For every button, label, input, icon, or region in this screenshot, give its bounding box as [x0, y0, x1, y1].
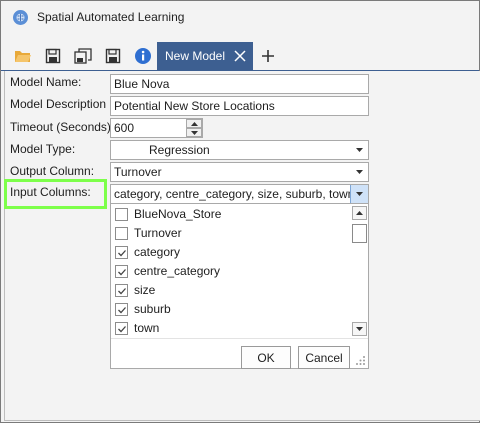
list-item[interactable]: size [115, 281, 351, 300]
output-column-select[interactable]: Turnover [110, 162, 369, 182]
dropdown-footer: OK Cancel [111, 338, 368, 369]
tab-label: New Model [165, 49, 226, 63]
add-tab-icon[interactable] [259, 47, 277, 65]
cancel-button[interactable]: Cancel [298, 346, 350, 369]
checkbox[interactable] [115, 265, 128, 278]
checkbox[interactable] [115, 208, 128, 221]
spin-up-icon[interactable] [186, 119, 202, 128]
checkbox[interactable] [115, 322, 128, 335]
scroll-up-icon[interactable] [352, 206, 367, 220]
chevron-down-icon[interactable] [350, 185, 368, 203]
timeout-label: Timeout (Seconds): [10, 120, 115, 134]
list-item-label: BlueNova_Store [134, 207, 222, 221]
vertical-scrollbar[interactable] [351, 205, 368, 337]
save-as-icon[interactable] [102, 45, 124, 67]
column-checklist: BlueNova_Store Turnover category centre_… [111, 204, 351, 338]
list-item-label: size [134, 283, 156, 297]
list-item-label: town [134, 321, 160, 335]
window-title: Spatial Automated Learning [37, 10, 185, 24]
list-item[interactable]: suburb [115, 300, 351, 319]
timeout-spinner [186, 119, 202, 137]
model-name-input[interactable]: Blue Nova [110, 74, 369, 94]
checkbox[interactable] [115, 246, 128, 259]
model-name-label: Model Name: [10, 75, 82, 89]
list-item[interactable]: category [115, 243, 351, 262]
list-item[interactable]: centre_category [115, 262, 351, 281]
list-item-label: category [134, 245, 181, 259]
model-type-select[interactable]: Regression [110, 140, 369, 160]
open-folder-icon[interactable] [12, 45, 34, 67]
resize-grip-icon[interactable] [356, 356, 366, 366]
spin-down-icon[interactable] [186, 128, 202, 137]
app-brain-icon [12, 9, 29, 26]
input-columns-highlight [4, 179, 107, 209]
model-type-label: Model Type: [10, 142, 76, 156]
model-description-input[interactable]: Potential New Store Locations [110, 96, 369, 116]
scroll-down-icon[interactable] [352, 322, 367, 336]
scrollbar-thumb[interactable] [352, 224, 367, 243]
checkmark-icon [118, 269, 126, 276]
checkmark-icon [118, 250, 126, 257]
input-columns-select[interactable]: category, centre_category, size, suburb,… [110, 184, 369, 204]
save-all-icon[interactable] [72, 45, 94, 67]
checkbox[interactable] [115, 284, 128, 297]
save-icon[interactable] [42, 45, 64, 67]
main-window: Spatial Automated Learning New Model Mod… [0, 0, 480, 423]
model-type-value: Regression [149, 143, 210, 157]
checkbox[interactable] [115, 303, 128, 316]
list-item-label: suburb [134, 302, 171, 316]
info-icon[interactable] [132, 45, 154, 67]
tab-new-model[interactable]: New Model [157, 42, 253, 71]
output-column-label: Output Column: [10, 164, 95, 178]
output-column-value: Turnover [114, 165, 162, 179]
model-description-label: Model Description [10, 97, 107, 111]
checkmark-icon [118, 288, 126, 295]
list-item-label: Turnover [134, 226, 182, 240]
title-bar: Spatial Automated Learning [1, 1, 479, 34]
list-item[interactable]: Turnover [115, 224, 351, 243]
close-icon[interactable] [232, 48, 248, 64]
checkmark-icon [118, 326, 126, 333]
chevron-down-icon[interactable] [350, 163, 368, 181]
list-item[interactable]: town [115, 319, 351, 338]
input-columns-value: category, centre_category, size, suburb,… [114, 187, 365, 201]
input-columns-dropdown: BlueNova_Store Turnover category centre_… [110, 203, 369, 369]
checkmark-icon [118, 307, 126, 314]
checkbox[interactable] [115, 227, 128, 240]
list-item-label: centre_category [134, 264, 221, 278]
ok-button[interactable]: OK [241, 346, 291, 369]
chevron-down-icon[interactable] [350, 141, 368, 159]
list-item[interactable]: BlueNova_Store [115, 205, 351, 224]
